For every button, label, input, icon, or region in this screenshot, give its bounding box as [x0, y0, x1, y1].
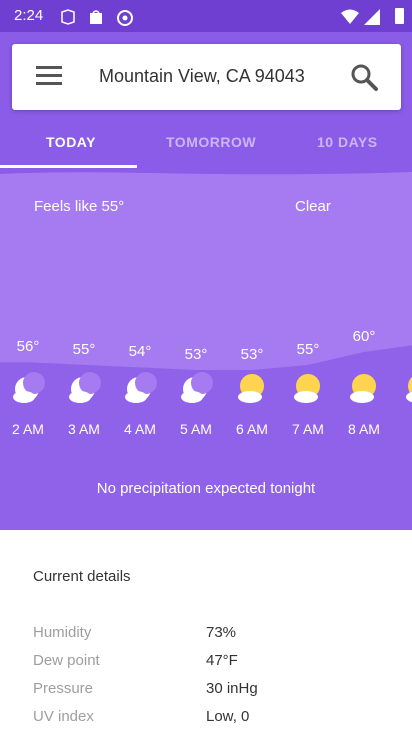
photos-app-icon: [61, 9, 75, 25]
today-panel: Feels like 55° Clear 56° 2 AM 55° 3 AM 54° 4 …: [0, 170, 412, 530]
detail-pressure: Pressure 30 inHg: [33, 680, 393, 700]
active-tab-indicator: [0, 165, 137, 168]
moon-icon: [181, 372, 213, 403]
status-bar: 2:24: [0, 0, 412, 32]
detail-label: Humidity: [33, 624, 92, 641]
signal-icon: [364, 9, 380, 25]
hour-temp: 56°: [16, 338, 40, 356]
hour-time[interactable]: 7 AM: [286, 421, 330, 437]
hour-temp: 60°: [352, 328, 376, 345]
sun-cloud-icon: [294, 374, 320, 403]
sun-cloud-icon: [238, 374, 264, 403]
detail-uv-index: UV index Low, 0: [33, 708, 393, 728]
tab-bar: TODAY TOMORROW 10 DAYS: [0, 118, 412, 168]
hour-temp: 6: [400, 320, 412, 337]
battery-icon: [395, 8, 404, 24]
hour-temp: 55°: [72, 340, 96, 358]
detail-value: 30 inHg: [206, 680, 258, 697]
hour-time[interactable]: 6 AM: [230, 421, 274, 437]
wifi-icon: [341, 9, 359, 24]
sync-icon: [117, 10, 133, 26]
detail-humidity: Humidity 73%: [33, 624, 393, 644]
hour-time[interactable]: 2 AM: [6, 421, 50, 437]
feels-like-text: Feels like 55°: [34, 198, 125, 215]
status-time: 2:24: [14, 7, 44, 24]
sun-cloud-icon: [406, 377, 412, 403]
detail-value: 47°F: [206, 652, 238, 669]
moon-icon: [125, 372, 157, 403]
search-card[interactable]: Mountain View, CA 94043: [12, 44, 401, 110]
menu-icon[interactable]: [36, 66, 62, 88]
detail-label: UV index: [33, 708, 94, 725]
hour-time[interactable]: 5 AM: [174, 421, 218, 437]
detail-label: Pressure: [33, 680, 94, 697]
hour-time[interactable]: 3 AM: [62, 421, 106, 437]
tab-10-days[interactable]: 10 DAYS: [317, 134, 378, 150]
hour-time[interactable]: 4 AM: [118, 421, 162, 437]
hour-temp: 54°: [128, 343, 152, 361]
moon-icon: [69, 372, 101, 403]
tab-tomorrow[interactable]: TOMORROW: [166, 134, 256, 150]
sun-cloud-icon: [350, 374, 376, 403]
tab-today[interactable]: TODAY: [46, 134, 96, 150]
details-title: Current details: [33, 568, 131, 585]
condition-text: Clear: [295, 198, 331, 215]
wave-edge: [0, 170, 412, 175]
detail-value: 73%: [206, 624, 237, 641]
moon-icon: [13, 372, 45, 403]
precipitation-text: No precipitation expected tonight: [96, 480, 316, 497]
hour-time[interactable]: 9: [398, 421, 412, 437]
store-app-icon: [90, 10, 102, 24]
hour-temp: 53°: [240, 346, 264, 363]
detail-dew-point: Dew point 47°F: [33, 652, 393, 672]
hour-time[interactable]: 8 AM: [342, 421, 386, 437]
detail-label: Dew point: [33, 652, 100, 669]
hour-temp: 53°: [184, 346, 208, 363]
detail-value: Low, 0: [206, 708, 250, 725]
location-field[interactable]: Mountain View, CA 94043: [99, 66, 305, 87]
search-icon[interactable]: [349, 62, 379, 92]
hour-temp: 55°: [296, 340, 320, 358]
current-details-card: Current details Humidity 73% Dew point 4…: [0, 530, 412, 732]
